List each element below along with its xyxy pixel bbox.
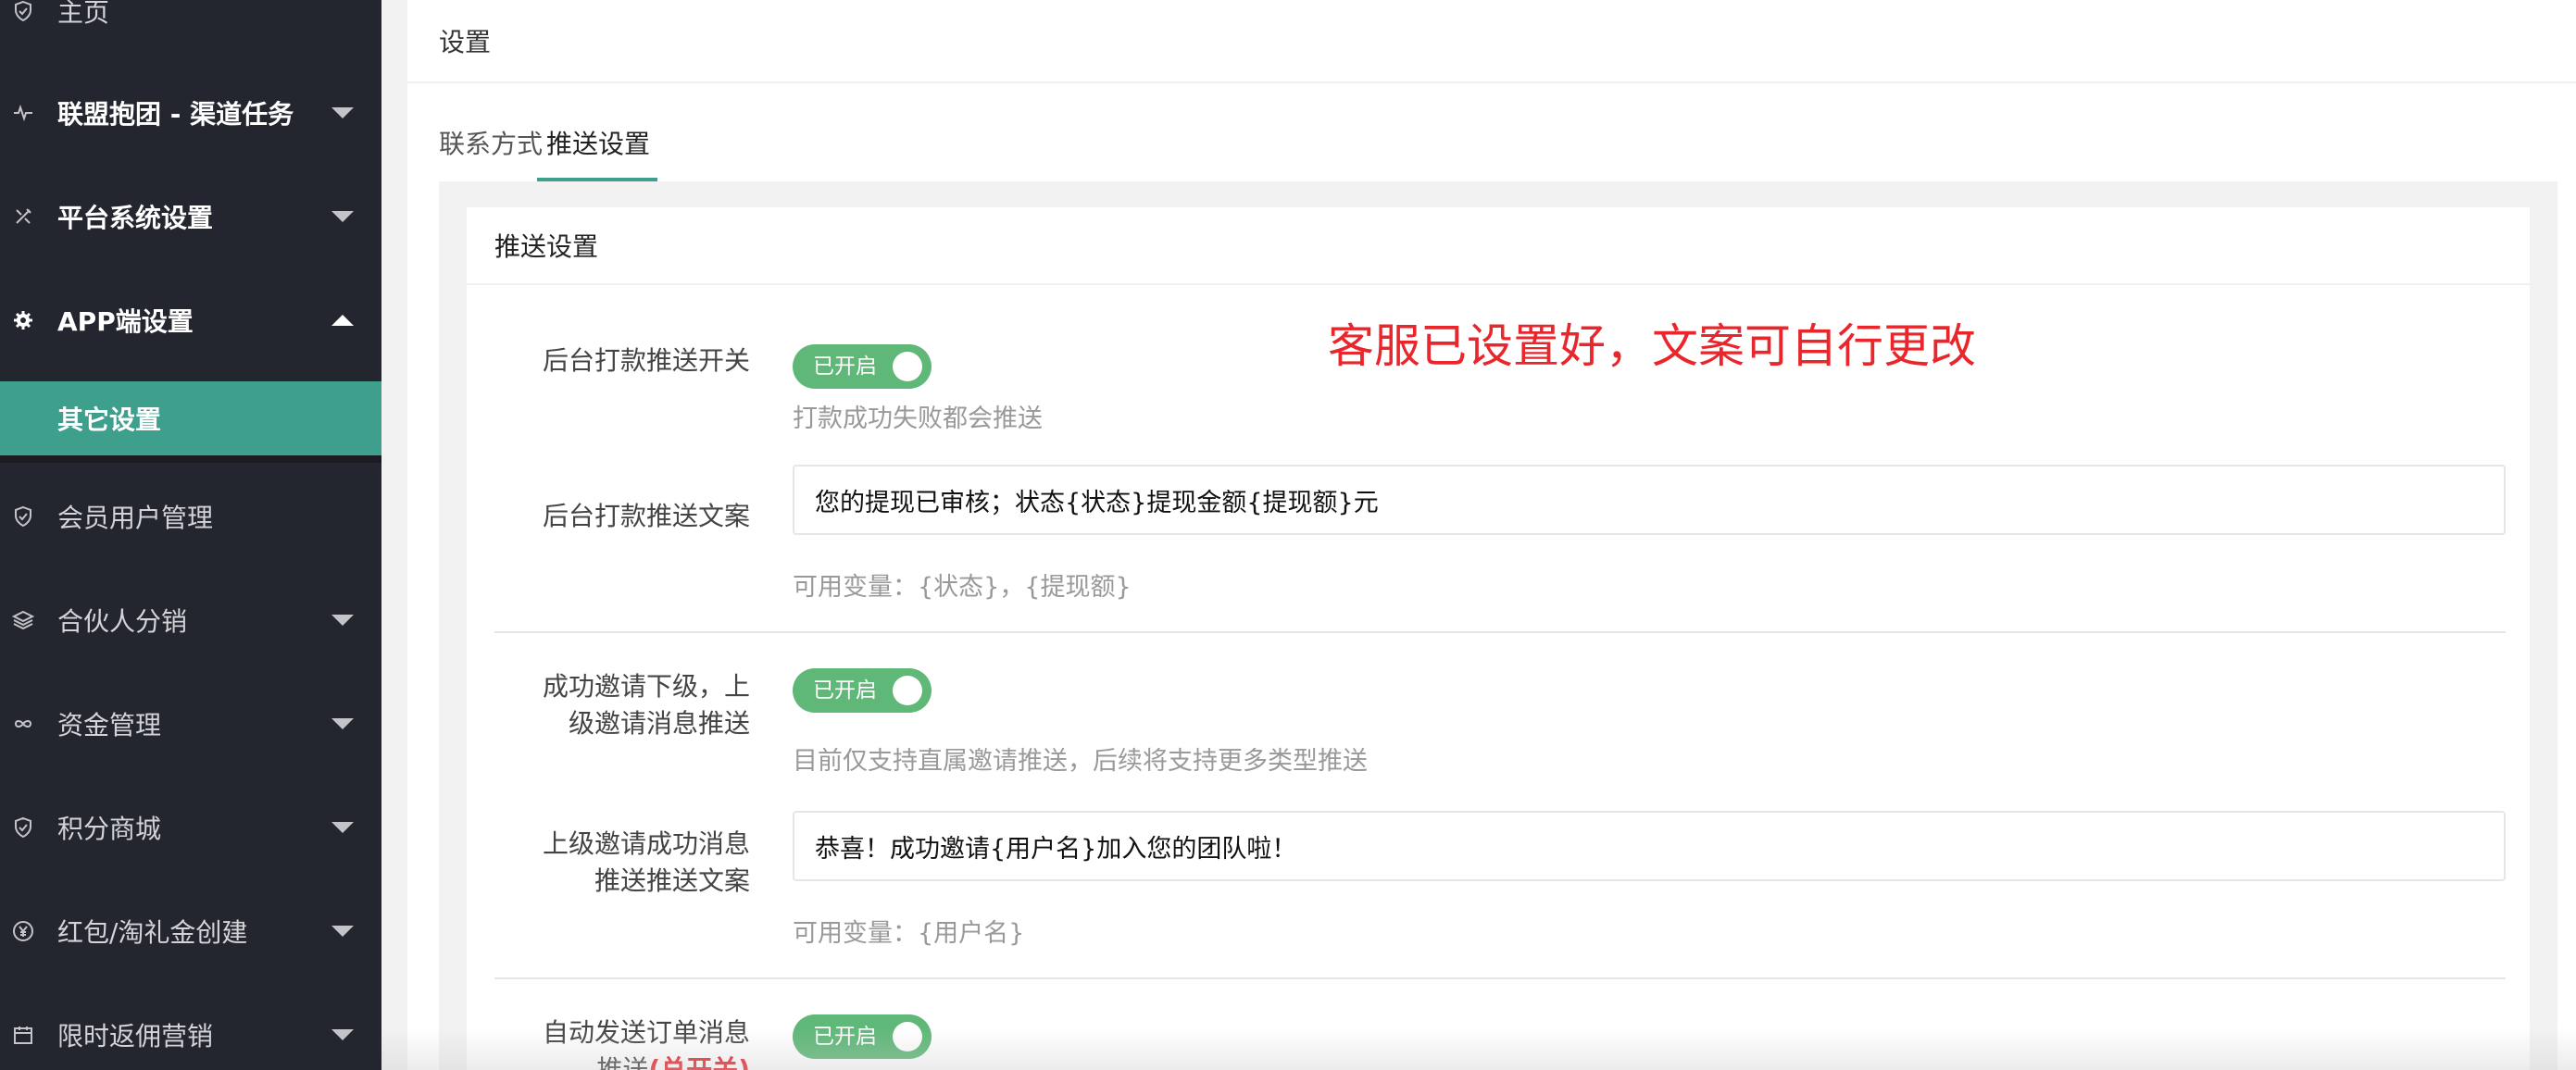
switch-knob xyxy=(893,1022,922,1051)
shield-icon xyxy=(11,0,35,23)
switch-knob xyxy=(893,352,922,381)
tab-push-settings[interactable]: 推送设置 xyxy=(537,104,659,181)
switch-text: 已开启 xyxy=(813,678,877,703)
sidebar-item-alliance[interactable]: 联盟抱团 - 渠道任务 xyxy=(0,76,381,150)
layers-icon xyxy=(11,608,35,632)
switch-text: 已开启 xyxy=(813,1025,877,1049)
sidebar-item-partners[interactable]: 合伙人分销 xyxy=(0,583,381,657)
tools-icon xyxy=(11,205,35,229)
panel-header: 推送设置 xyxy=(467,207,2530,285)
tab-label: 联系方式 xyxy=(439,129,544,159)
infinity-icon xyxy=(11,712,35,736)
sidebar-item-limited-rebate[interactable]: 限时返佣营销 xyxy=(0,998,381,1070)
sidebar-item-red-packet[interactable]: 红包/淘礼金创建 xyxy=(0,894,381,968)
field-label-line: 推送推送文案 xyxy=(594,865,750,896)
divider xyxy=(494,631,2506,633)
sidebar-item-label: 会员用户管理 xyxy=(57,503,214,533)
settings-card: 设置 联系方式 推送设置 推送设置 后台打款推送开关 已开启 打款成功失败都会推… xyxy=(407,0,2576,1070)
payment-push-text-input[interactable]: 您的提现已审核；状态{状态}提现金额{提现额}元 xyxy=(793,465,2506,535)
sidebar: 主页 联盟抱团 - 渠道任务 平台系统设置 APP端设置 其它设置 会员用户管理 xyxy=(0,0,381,1070)
field-label: 后台打款推送开关 xyxy=(543,342,750,379)
invite-push-text-input[interactable]: 恭喜！成功邀请{用户名}加入您的团队啦！ xyxy=(793,811,2506,881)
sidebar-item-funds[interactable]: 资金管理 xyxy=(0,687,381,761)
pulse-icon xyxy=(11,101,35,125)
sidebar-item-label: 其它设置 xyxy=(57,404,162,435)
field-label-text: 后台打款推送文案 xyxy=(542,501,750,531)
field-label-line: 自动发送订单消息 xyxy=(542,1017,750,1048)
switch-text: 已开启 xyxy=(813,355,877,379)
sidebar-item-label: 资金管理 xyxy=(57,710,162,740)
sidebar-item-label: 积分商城 xyxy=(57,814,162,844)
field-hint: 可用变量：{用户名} xyxy=(793,919,1025,948)
field-label-text: 后台打款推送开关 xyxy=(542,345,750,376)
annotation-text: 客服已设置好，文案可自行更改 xyxy=(1328,319,1976,373)
shield-icon xyxy=(11,815,35,840)
divider xyxy=(0,455,381,463)
sidebar-item-label: 合伙人分销 xyxy=(57,606,188,637)
master-switch-note: (总开关) xyxy=(648,1054,750,1070)
chevron-down-icon xyxy=(331,1029,354,1040)
tab-label: 推送设置 xyxy=(546,129,651,159)
main-content: 设置 联系方式 推送设置 推送设置 后台打款推送开关 已开启 打款成功失败都会推… xyxy=(381,0,2576,1070)
gear-icon xyxy=(11,308,35,332)
field-label-line: 上级邀请成功消息 xyxy=(542,828,750,859)
field-label: 自动发送订单消息 推送(总开关) xyxy=(543,1014,750,1070)
sidebar-item-label: 联盟抱团 - 渠道任务 xyxy=(57,99,294,130)
sidebar-item-label: 限时返佣营销 xyxy=(57,1021,214,1051)
chevron-down-icon xyxy=(331,211,354,222)
calendar-icon xyxy=(11,1023,35,1047)
field-label-line: 级邀请消息推送 xyxy=(568,708,750,739)
shield-icon xyxy=(11,504,35,529)
field-hint: 打款成功失败都会推送 xyxy=(793,404,1043,433)
sidebar-item-label: APP端设置 xyxy=(57,306,194,337)
sidebar-item-label: 主页 xyxy=(57,0,110,28)
chevron-down-icon xyxy=(331,926,354,937)
sidebar-item-platform-settings[interactable]: 平台系统设置 xyxy=(0,180,381,254)
switch-knob xyxy=(893,676,922,705)
sidebar-item-home[interactable]: 主页 xyxy=(0,0,381,48)
chevron-down-icon xyxy=(331,822,354,833)
sidebar-item-app-settings[interactable]: APP端设置 xyxy=(0,283,381,357)
chevron-down-icon xyxy=(331,107,354,118)
input-value: 恭喜！成功邀请{用户名}加入您的团队啦！ xyxy=(815,834,1297,864)
sidebar-item-label: 红包/淘礼金创建 xyxy=(57,917,248,948)
divider xyxy=(494,977,2506,979)
card-header: 设置 xyxy=(407,0,2576,83)
field-label: 后台打款推送文案 xyxy=(543,498,750,535)
field-label-text: 推送 xyxy=(596,1054,649,1070)
sidebar-item-points-mall[interactable]: 积分商城 xyxy=(0,790,381,865)
chevron-down-icon xyxy=(331,718,354,729)
yen-icon xyxy=(11,919,35,943)
panel-title: 推送设置 xyxy=(494,231,599,262)
payment-push-toggle[interactable]: 已开启 xyxy=(793,344,932,389)
sidebar-item-members[interactable]: 会员用户管理 xyxy=(0,479,381,554)
field-label: 成功邀请下级，上 级邀请消息推送 xyxy=(543,668,750,742)
tab-contact[interactable]: 联系方式 xyxy=(439,104,543,181)
page-title: 设置 xyxy=(439,27,492,57)
sidebar-item-label: 平台系统设置 xyxy=(57,203,214,233)
field-label: 上级邀请成功消息 推送推送文案 xyxy=(543,826,750,900)
order-push-toggle[interactable]: 已开启 xyxy=(793,1014,932,1059)
field-label-line: 成功邀请下级，上 xyxy=(542,671,750,702)
invite-push-toggle[interactable]: 已开启 xyxy=(793,668,932,713)
field-hint: 可用变量：{状态}，{提现额} xyxy=(793,573,1132,602)
input-value: 您的提现已审核；状态{状态}提现金额{提现额}元 xyxy=(815,488,1379,517)
chevron-down-icon xyxy=(331,615,354,626)
field-label-line: 推送(总开关) xyxy=(543,1051,750,1070)
sidebar-subitem-other-settings[interactable]: 其它设置 xyxy=(0,381,381,455)
chevron-up-icon xyxy=(331,315,354,326)
field-hint: 目前仅支持直属邀请推送，后续将支持更多类型推送 xyxy=(793,747,1368,776)
